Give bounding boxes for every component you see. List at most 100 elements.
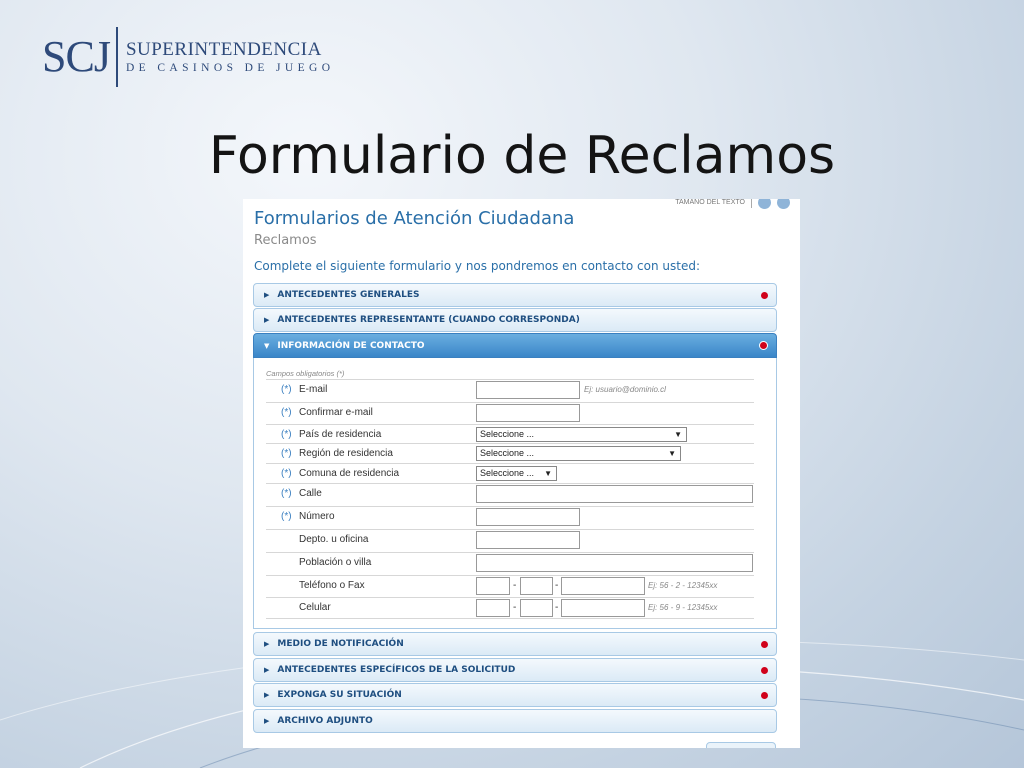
- section-label: EXPONGA SU SITUACIÓN: [277, 690, 402, 700]
- logo-line-2: DE CASINOS DE JUEGO: [125, 62, 335, 74]
- section-exponga-situacion[interactable]: ▶ EXPONGA SU SITUACIÓN: [253, 683, 777, 707]
- chevron-down-icon: ▼: [674, 430, 682, 439]
- required-mark: (*): [281, 468, 292, 479]
- text-size-label: TAMAÑO DEL TEXTO: [675, 199, 745, 206]
- form-panel: TAMAÑO DEL TEXTO Formularios de Atención…: [243, 199, 800, 748]
- select-value: Seleccione ...: [480, 448, 535, 458]
- select-value: Seleccione ...: [480, 468, 535, 478]
- mobile-hint: Ej: 56 - 9 - 12345xx: [648, 603, 718, 612]
- phone-number-input[interactable]: [561, 577, 645, 595]
- caret-right-icon: ▶: [264, 691, 270, 699]
- street-input[interactable]: [476, 485, 753, 503]
- field-row-apartment: Depto. u oficina: [266, 529, 754, 551]
- field-label: Teléfono o Fax: [299, 580, 365, 591]
- required-mark: (*): [281, 407, 292, 418]
- field-row-phone: Teléfono o Fax - - Ej: 56 - 2 - 12345xx: [266, 575, 754, 597]
- field-row-email: (*) E-mail Ej: usuario@dominio.cl: [266, 379, 754, 401]
- caret-right-icon: ▶: [264, 291, 270, 299]
- apartment-input[interactable]: [476, 531, 580, 549]
- field-label: Celular: [299, 602, 331, 613]
- caret-right-icon: ▶: [264, 640, 270, 648]
- caret-right-icon: ▶: [264, 717, 270, 725]
- phone-separator: -: [513, 580, 517, 591]
- slide-title: Formulario de Reclamos: [208, 126, 836, 186]
- field-row-village: Población o villa: [266, 552, 754, 574]
- village-input[interactable]: [476, 554, 753, 572]
- email-hint: Ej: usuario@dominio.cl: [584, 385, 666, 394]
- section-label: ANTECEDENTES REPRESENTANTE (CUANDO CORRE…: [277, 315, 580, 325]
- confirm-email-input[interactable]: [476, 404, 580, 422]
- select-value: Seleccione ...: [480, 429, 535, 439]
- panel-intro: Complete el siguiente formulario y nos p…: [254, 259, 700, 273]
- caret-down-icon: ▼: [264, 341, 270, 350]
- field-label: Número: [299, 511, 335, 522]
- required-mark: (*): [281, 429, 292, 440]
- section-label: ANTECEDENTES ESPECÍFICOS DE LA SOLICITUD: [277, 665, 516, 675]
- section-label: MEDIO DE NOTIFICACIÓN: [277, 639, 404, 649]
- comuna-select[interactable]: Seleccione ... ▼: [476, 466, 557, 481]
- field-row-region: (*) Región de residencia Seleccione ... …: [266, 443, 754, 465]
- section-archivo-adjunto[interactable]: ▶ ARCHIVO ADJUNTO: [253, 709, 777, 733]
- chevron-down-icon: ▼: [668, 449, 676, 458]
- section-informacion-contacto[interactable]: ▼ INFORMACIÓN DE CONTACTO: [253, 333, 777, 358]
- mandatory-note: Campos obligatorios (*): [266, 369, 345, 378]
- field-row-confirm-email: (*) Confirmar e-mail: [266, 402, 754, 424]
- field-label: Calle: [299, 488, 322, 499]
- section-label: ARCHIVO ADJUNTO: [277, 716, 373, 726]
- logo-line-1: SUPERINTENDENCIA: [125, 39, 322, 60]
- panel-subtitle: Reclamos: [254, 233, 317, 248]
- mobile-separator: -: [555, 602, 559, 613]
- logo-mark: SCJ: [42, 32, 111, 81]
- number-input[interactable]: [476, 508, 580, 526]
- mobile-country-code-input[interactable]: [476, 599, 510, 617]
- section-antecedentes-representante[interactable]: ▶ ANTECEDENTES REPRESENTANTE (CUANDO COR…: [253, 308, 777, 332]
- required-mark: (*): [281, 448, 292, 459]
- section-antecedentes-especificos[interactable]: ▶ ANTECEDENTES ESPECÍFICOS DE LA SOLICIT…: [253, 658, 777, 682]
- phone-hint: Ej: 56 - 2 - 12345xx: [648, 581, 718, 590]
- text-size-divider: [751, 199, 752, 208]
- mobile-separator: -: [513, 602, 517, 613]
- field-label: E-mail: [299, 384, 328, 395]
- text-size-control: TAMAÑO DEL TEXTO: [675, 199, 790, 209]
- field-label: Comuna de residencia: [299, 468, 400, 479]
- field-row-number: (*) Número: [266, 506, 754, 528]
- email-input[interactable]: [476, 381, 580, 399]
- required-mark: (*): [281, 384, 292, 395]
- increase-text-button[interactable]: [777, 199, 790, 209]
- chevron-down-icon: ▼: [544, 469, 552, 478]
- required-dot-icon: [759, 341, 768, 350]
- field-label: Depto. u oficina: [299, 534, 369, 545]
- required-dot-icon: [761, 667, 768, 674]
- phone-area-code-input[interactable]: [520, 577, 553, 595]
- section-label: ANTECEDENTES GENERALES: [277, 290, 420, 300]
- required-dot-icon: [761, 641, 768, 648]
- panel-title: Formularios de Atención Ciudadana: [254, 208, 575, 229]
- field-label: Población o villa: [299, 557, 372, 568]
- section-medio-notificacion[interactable]: ▶ MEDIO DE NOTIFICACIÓN: [253, 632, 777, 656]
- field-label: Confirmar e-mail: [299, 407, 373, 418]
- decrease-text-button[interactable]: [758, 199, 771, 209]
- mobile-number-input[interactable]: [561, 599, 645, 617]
- scj-logo: SCJ SUPERINTENDENCIA DE CASINOS DE JUEGO: [42, 26, 334, 88]
- required-dot-icon: [761, 692, 768, 699]
- field-label: Región de residencia: [299, 448, 393, 459]
- field-row-street: (*) Calle: [266, 483, 754, 505]
- section-label: INFORMACIÓN DE CONTACTO: [277, 340, 425, 351]
- field-row-comuna: (*) Comuna de residencia Seleccione ... …: [266, 463, 754, 485]
- caret-right-icon: ▶: [264, 666, 270, 674]
- phone-country-code-input[interactable]: [476, 577, 510, 595]
- required-mark: (*): [281, 488, 292, 499]
- logo-text: SUPERINTENDENCIA DE CASINOS DE JUEGO: [126, 39, 335, 75]
- section-antecedentes-generales[interactable]: ▶ ANTECEDENTES GENERALES: [253, 283, 777, 307]
- submit-button[interactable]: [706, 742, 776, 748]
- country-select[interactable]: Seleccione ... ▼: [476, 427, 687, 442]
- phone-separator: -: [555, 580, 559, 591]
- field-row-mobile: Celular - - Ej: 56 - 9 - 12345xx: [266, 597, 754, 619]
- field-label: País de residencia: [299, 429, 382, 440]
- region-select[interactable]: Seleccione ... ▼: [476, 446, 681, 461]
- caret-right-icon: ▶: [264, 316, 270, 324]
- logo-divider: [115, 27, 118, 87]
- mobile-area-code-input[interactable]: [520, 599, 553, 617]
- required-mark: (*): [281, 511, 292, 522]
- required-dot-icon: [761, 292, 768, 299]
